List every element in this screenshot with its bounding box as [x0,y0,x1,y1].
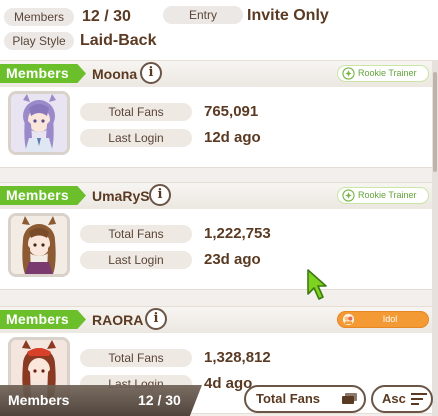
title-badge-label: Rookie Trainer [358,190,417,200]
member-tag: Members [0,186,86,205]
members-label: Members [4,8,74,26]
info-icon[interactable]: i [140,62,162,84]
member-count-bar: Members 12 / 30 [0,385,202,416]
total-fans-label: Total Fans [80,225,192,243]
member-tag: Members [0,310,86,329]
total-fans-label: Total Fans [80,103,192,121]
playstyle-label: Play Style [4,32,74,50]
sort-lines-icon [411,393,427,405]
member-card[interactable]: Members Moona i Rookie Trainer Total Fan… [0,60,432,168]
list-scrollbar[interactable] [432,60,438,416]
title-badge: Rookie Trainer [337,187,429,204]
portrait-icon [11,94,67,152]
last-login-label: Last Login [80,251,192,269]
member-name: UmaRyS [92,188,150,204]
total-fans-value: 1,222,753 [204,225,271,242]
club-info-panel: Members 12 / 30 Entry Invite Only Play S… [0,0,438,60]
sort-order-button[interactable]: Asc [371,385,433,413]
title-badge-label: Idol [382,314,398,324]
members-value: 12 / 30 [82,8,131,25]
title-badge: Rookie Trainer [337,65,429,82]
member-name: RAORA [92,312,144,328]
last-login-value: 23d ago [204,251,261,268]
member-list[interactable]: Members Moona i Rookie Trainer Total Fan… [0,60,432,416]
idol-icon [342,313,355,326]
sort-by-button[interactable]: Total Fans [244,385,366,413]
sort-by-label: Total Fans [256,391,321,406]
last-login-value: 12d ago [204,129,261,146]
clover-icon [342,189,355,202]
member-tag: Members [0,64,86,83]
playstyle-value: Laid-Back [80,32,157,49]
member-count-label: Members [8,392,70,408]
mouse-cursor-icon [307,269,327,300]
info-icon[interactable]: i [149,184,171,206]
title-badge-label: Rookie Trainer [358,68,417,78]
info-icon[interactable]: i [145,308,167,330]
member-card[interactable]: Members UmaRyS i Rookie Trainer Total Fa… [0,182,432,290]
last-login-value: 4d ago [204,375,253,392]
total-fans-value: 765,091 [204,103,259,120]
avatar[interactable] [8,91,70,155]
clover-icon [342,67,355,80]
portrait-icon [11,216,67,274]
total-fans-value: 1,328,812 [204,349,271,366]
entry-value: Invite Only [247,7,329,24]
last-login-label: Last Login [80,129,192,147]
member-count-value: 12 / 30 [138,392,181,408]
sort-order-label: Asc [382,391,406,406]
sort-cards-icon [342,393,357,404]
total-fans-label: Total Fans [80,349,192,367]
avatar[interactable] [8,213,70,277]
title-badge: Idol [337,311,429,328]
member-name: Moona [92,66,138,82]
entry-label: Entry [163,6,243,24]
scrollbar-thumb[interactable] [433,72,437,172]
